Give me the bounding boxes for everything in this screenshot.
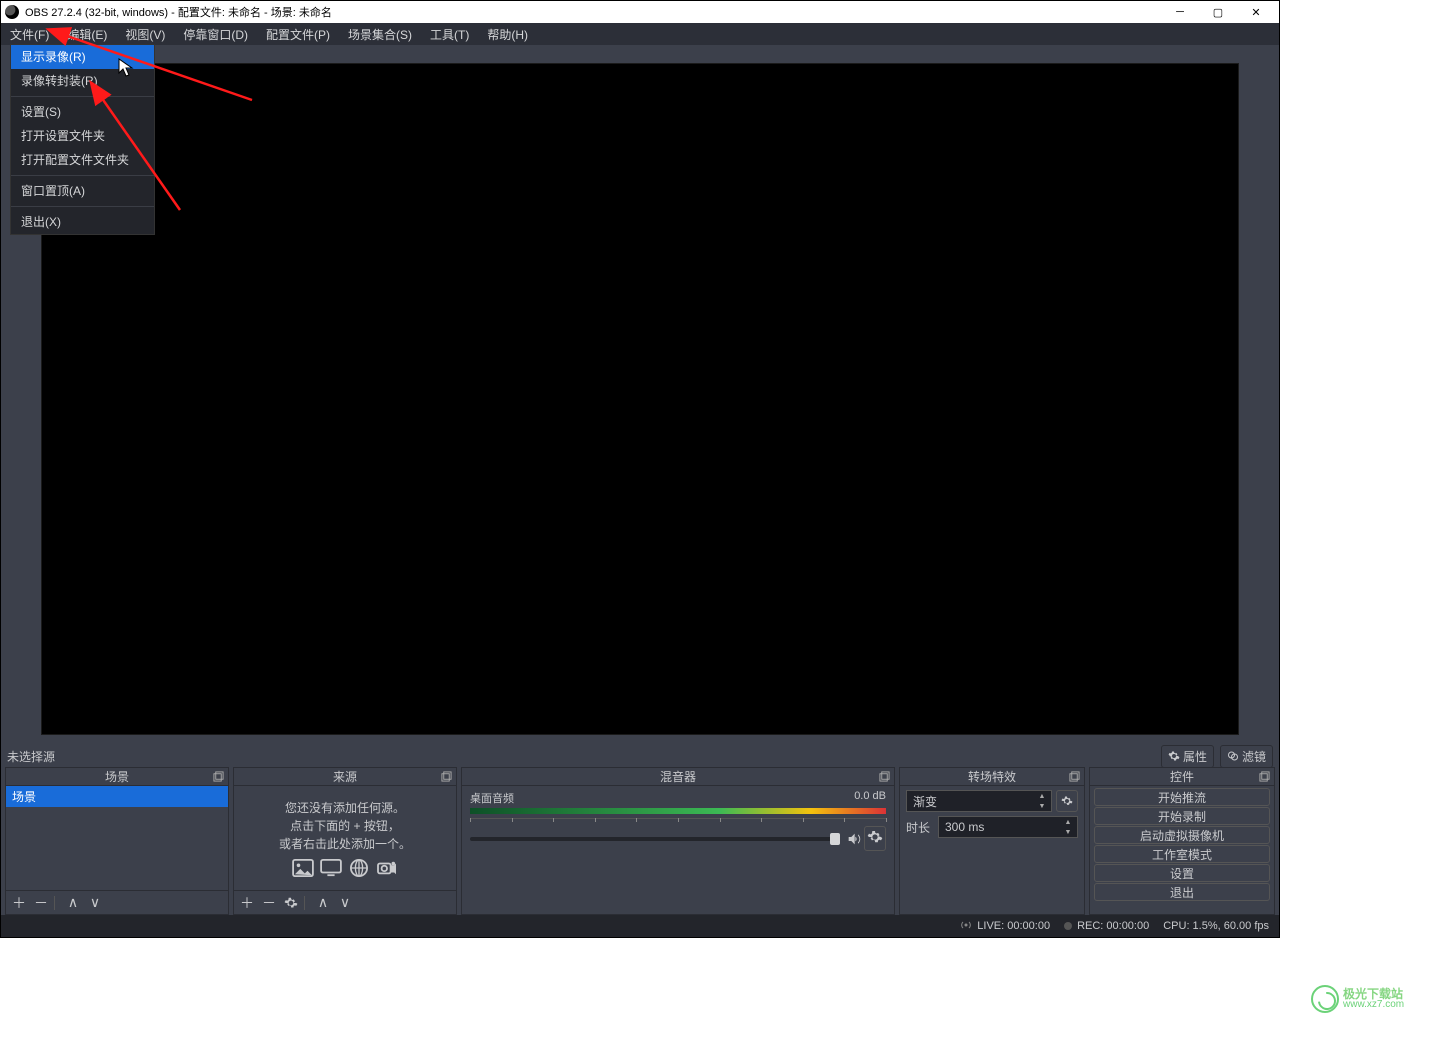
scene-add-button[interactable]: ＋ [10, 894, 28, 912]
source-settings-button[interactable] [282, 894, 300, 912]
menubar: 文件(F) 编辑(E) 视图(V) 停靠窗口(D) 配置文件(P) 场景集合(S… [1, 23, 1279, 45]
transition-settings-button[interactable] [1056, 790, 1078, 812]
controls-title: 控件 [1170, 768, 1194, 785]
source-add-button[interactable]: ＋ [238, 894, 256, 912]
watermark-logo-icon [1311, 985, 1339, 1013]
maximize-button[interactable]: ▢ [1199, 1, 1237, 23]
source-down-button[interactable]: ∨ [336, 894, 354, 912]
mixer-dock: 混音器 桌面音频 0.0 dB [461, 767, 895, 915]
channel-db: 0.0 dB [854, 790, 886, 806]
transitions-title: 转场特效 [968, 768, 1016, 785]
status-live: LIVE: 00:00:00 [960, 919, 1050, 934]
menu-always-on-top[interactable]: 窗口置顶(A) [11, 179, 154, 203]
controls-dock: 控件 开始推流 开始录制 启动虚拟摄像机 工作室模式 设置 退出 [1089, 767, 1275, 915]
scene-down-button[interactable]: ∨ [86, 894, 104, 912]
popout-icon[interactable] [1259, 771, 1270, 782]
menu-view[interactable]: 视图(V) [116, 23, 174, 45]
record-dot-icon [1064, 922, 1072, 930]
menu-exit[interactable]: 退出(X) [11, 210, 154, 234]
image-source-icon [292, 859, 314, 877]
source-type-icons [292, 859, 398, 877]
source-toolbar-row: 未选择源 属性 滤镜 [1, 745, 1279, 767]
filter-icon [1227, 750, 1239, 762]
status-cpu: CPU: 1.5%, 60.00 fps [1163, 920, 1269, 932]
transitions-dock: 转场特效 渐变 ▲▼ 时长 300 ms ▲▼ [899, 767, 1085, 915]
status-bar: LIVE: 00:00:00 REC: 00:00:00 CPU: 1.5%, … [1, 915, 1279, 937]
status-rec: REC: 00:00:00 [1064, 920, 1149, 932]
titlebar: OBS 27.2.4 (32-bit, windows) - 配置文件: 未命名… [1, 1, 1279, 23]
source-up-button[interactable]: ∧ [314, 894, 332, 912]
no-source-selected-label: 未选择源 [7, 748, 55, 765]
minimize-button[interactable]: ─ [1161, 1, 1199, 23]
speaker-icon[interactable] [846, 831, 862, 847]
scene-remove-button[interactable]: － [32, 894, 50, 912]
start-recording-button[interactable]: 开始录制 [1094, 807, 1270, 825]
start-streaming-button[interactable]: 开始推流 [1094, 788, 1270, 806]
menu-profile[interactable]: 配置文件(P) [257, 23, 339, 45]
docks-row: 场景 场景 ＋ － ∧ ∨ 来源 您还没有添加任何源。 点击下面的 + 按钮 [1, 767, 1279, 915]
scenes-dock: 场景 场景 ＋ － ∧ ∨ [5, 767, 229, 915]
broadcast-icon [960, 919, 972, 934]
popout-icon[interactable] [441, 771, 452, 782]
properties-button[interactable]: 属性 [1161, 745, 1214, 768]
sources-title: 来源 [333, 768, 357, 785]
exit-button[interactable]: 退出 [1094, 883, 1270, 901]
watermark-text2: www.xz7.com [1343, 999, 1404, 1010]
channel-settings-button[interactable] [864, 826, 886, 851]
menu-edit[interactable]: 编辑(E) [58, 23, 116, 45]
start-virtual-camera-button[interactable]: 启动虚拟摄像机 [1094, 826, 1270, 844]
duration-input[interactable]: 300 ms ▲▼ [938, 816, 1078, 838]
filters-button[interactable]: 滤镜 [1220, 745, 1273, 768]
gear-icon [1168, 750, 1180, 762]
menu-open-profile-folder[interactable]: 打开配置文件文件夹 [11, 148, 154, 172]
sources-empty-state: 您还没有添加任何源。 点击下面的 + 按钮， 或者右击此处添加一个。 [234, 786, 456, 890]
popout-icon[interactable] [213, 771, 224, 782]
channel-name: 桌面音频 [470, 790, 514, 806]
studio-mode-button[interactable]: 工作室模式 [1094, 845, 1270, 863]
browser-source-icon [348, 859, 370, 877]
popout-icon[interactable] [879, 771, 890, 782]
window-title: OBS 27.2.4 (32-bit, windows) - 配置文件: 未命名… [25, 4, 332, 20]
display-source-icon [320, 859, 342, 877]
preview-canvas[interactable] [41, 63, 1239, 735]
menu-settings[interactable]: 设置(S) [11, 100, 154, 124]
menu-docks[interactable]: 停靠窗口(D) [174, 23, 257, 45]
video-capture-source-icon [376, 859, 398, 877]
menu-file[interactable]: 文件(F) [1, 23, 58, 45]
obs-logo-icon [5, 5, 19, 19]
source-remove-button[interactable]: － [260, 894, 278, 912]
cursor-icon [118, 58, 134, 78]
watermark: 极光下载站 www.xz7.com [1311, 985, 1411, 1017]
mixer-title: 混音器 [660, 768, 696, 785]
sources-dock: 来源 您还没有添加任何源。 点击下面的 + 按钮， 或者右击此处添加一个。 [233, 767, 457, 915]
menu-open-settings-folder[interactable]: 打开设置文件夹 [11, 124, 154, 148]
mixer-channel: 桌面音频 0.0 dB [470, 790, 886, 851]
scene-item[interactable]: 场景 [6, 786, 228, 807]
settings-button[interactable]: 设置 [1094, 864, 1270, 882]
menu-help[interactable]: 帮助(H) [478, 23, 537, 45]
obs-window: OBS 27.2.4 (32-bit, windows) - 配置文件: 未命名… [0, 0, 1280, 938]
volume-slider[interactable] [470, 837, 840, 841]
popout-icon[interactable] [1069, 771, 1080, 782]
transition-select[interactable]: 渐变 ▲▼ [906, 790, 1052, 812]
scenes-title: 场景 [105, 768, 129, 785]
duration-label: 时长 [906, 819, 934, 836]
preview-area [1, 45, 1279, 745]
scene-up-button[interactable]: ∧ [64, 894, 82, 912]
menu-scene-collection[interactable]: 场景集合(S) [339, 23, 421, 45]
close-button[interactable]: ✕ [1237, 1, 1275, 23]
menu-tools[interactable]: 工具(T) [421, 23, 478, 45]
vu-meter [470, 808, 886, 814]
vu-ticks [470, 818, 886, 826]
